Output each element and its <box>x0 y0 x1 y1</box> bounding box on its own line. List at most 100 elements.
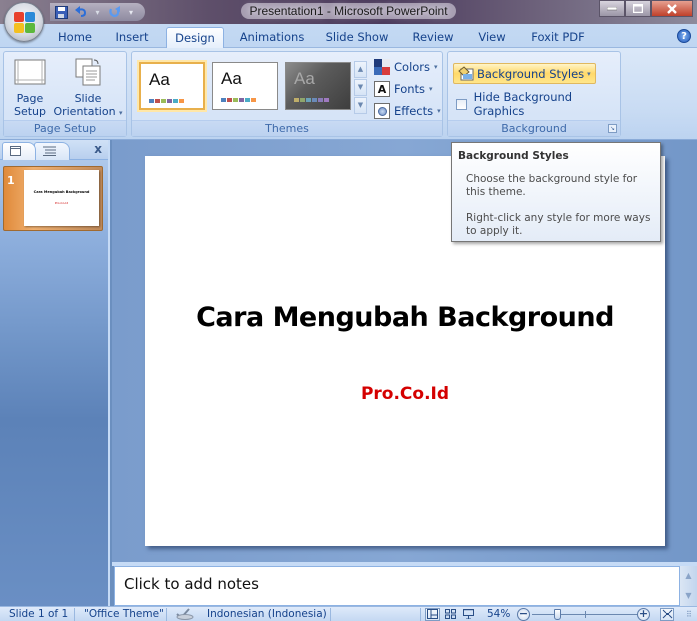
slides-tab-icon <box>10 146 21 156</box>
slide-orientation-button[interactable]: Slide Orientation ▾ <box>52 56 124 120</box>
dialog-launcher-icon[interactable]: ↘ <box>608 124 617 133</box>
scroll-down-icon[interactable]: ▼ <box>680 586 697 606</box>
zoom-slider-thumb[interactable] <box>554 609 562 620</box>
page-setup-label-2: Setup <box>13 105 47 118</box>
chevron-down-icon: ▾ <box>119 109 123 117</box>
zoom-slider-center-tick <box>585 611 586 618</box>
tab-slides[interactable] <box>2 142 36 160</box>
separator <box>330 608 331 621</box>
customize-qat-icon[interactable]: ▾ <box>127 5 135 19</box>
color-swatch <box>294 98 299 102</box>
background-styles-button[interactable]: Background Styles ▾ <box>453 63 596 84</box>
theme-preview-text: Aa <box>294 69 315 88</box>
thumbnail-subtitle: Pro.Co.Id <box>54 201 69 205</box>
thumbnail-title: Cara Mengubah Background <box>33 190 90 194</box>
resize-grip-icon[interactable]: ⠿ <box>686 608 692 621</box>
fonts-icon: A <box>374 81 390 97</box>
notes-pane[interactable]: Click to add notes <box>114 566 680 606</box>
zoom-slider-track[interactable] <box>532 614 640 615</box>
gallery-more-button[interactable]: ▼ <box>354 97 367 114</box>
page-setup-button[interactable]: Page Setup <box>8 56 52 118</box>
fit-to-window-button[interactable] <box>660 608 674 621</box>
fonts-button[interactable]: A Fonts ▾ <box>374 80 433 98</box>
save-icon[interactable] <box>54 5 68 19</box>
notes-scrollbar[interactable]: ▲ ▼ <box>680 566 697 606</box>
ribbon: Page Setup Slide Orientation ▾ Page Setu… <box>0 48 697 140</box>
gallery-scroll-up-button[interactable]: ▲ <box>354 61 367 78</box>
background-styles-label: Background Styles <box>477 66 585 81</box>
tab-slide-show[interactable]: Slide Show <box>320 28 394 48</box>
ribbon-tabs: Home Insert Design Animations Slide Show… <box>0 24 697 49</box>
tab-design[interactable]: Design <box>166 27 224 49</box>
slide-orientation-label-2: Orientation <box>53 105 116 118</box>
theme-thumb[interactable]: Aa <box>285 62 351 110</box>
tooltip-title: Background Styles <box>458 150 569 162</box>
slide-sorter-icon <box>445 609 456 619</box>
tab-home[interactable]: Home <box>52 28 98 48</box>
tab-animations[interactable]: Animations <box>234 28 310 48</box>
undo-dropdown-icon[interactable]: ▾ <box>94 5 101 19</box>
language-indicator[interactable]: Indonesian (Indonesia) <box>207 608 327 621</box>
normal-view-button[interactable] <box>425 608 440 621</box>
page-setup-label-1: Page <box>16 92 44 105</box>
tab-outline[interactable] <box>34 142 70 160</box>
help-icon[interactable]: ? <box>677 29 691 43</box>
theme-preview-text: Aa <box>149 70 170 89</box>
window-controls <box>599 0 693 17</box>
tab-foxit-pdf[interactable]: Foxit PDF <box>525 28 591 48</box>
slide-show-view-button[interactable] <box>461 608 476 621</box>
slides-pane: x 1 Cara Mengubah Background Pro.Co.Id <box>0 140 110 606</box>
themes-gallery-scroll: ▲ ▼ ▼ <box>354 61 367 115</box>
zoom-in-button[interactable]: + <box>637 608 650 621</box>
gallery-scroll-down-button[interactable]: ▼ <box>354 79 367 96</box>
theme-name: "Office Theme" <box>84 608 164 620</box>
slide-thumbnail[interactable]: 1 Cara Mengubah Background Pro.Co.Id <box>3 166 103 231</box>
checkbox-icon[interactable] <box>456 98 467 110</box>
hide-background-graphics-checkbox[interactable]: Hide Background Graphics <box>456 90 620 118</box>
hide-background-graphics-label: Hide Background Graphics <box>473 90 573 118</box>
fit-to-window-icon <box>662 609 672 619</box>
color-swatch <box>221 98 226 102</box>
colors-button[interactable]: Colors ▾ <box>374 58 438 76</box>
tab-view[interactable]: View <box>470 28 514 48</box>
color-swatch <box>300 98 305 102</box>
slide-show-icon <box>463 608 474 620</box>
slide-sorter-view-button[interactable] <box>443 608 458 621</box>
redo-icon[interactable] <box>107 5 121 19</box>
close-button[interactable] <box>651 0 693 17</box>
chevron-down-icon: ▾ <box>587 69 591 78</box>
tab-review[interactable]: Review <box>406 28 460 48</box>
group-background: Background Styles ▾ Hide Background Grap… <box>447 51 621 137</box>
scroll-up-icon[interactable]: ▲ <box>680 566 697 586</box>
page-setup-icon <box>14 59 46 85</box>
zoom-out-button[interactable]: − <box>517 608 530 621</box>
theme-preview-text: Aa <box>221 69 242 88</box>
tooltip-hint: Right-click any style for more ways to a… <box>466 212 651 237</box>
minimize-button[interactable] <box>599 0 625 17</box>
group-themes: Aa Aa Aa ▲ ▼ ▼ Colors ▾ A Fonts ▾ Effect… <box>131 51 443 137</box>
fonts-label: Fonts <box>394 82 426 96</box>
slide-subtitle[interactable]: Pro.Co.Id <box>145 384 665 404</box>
title-bar: Presentation1 - Microsoft PowerPoint ▾ ▾ <box>0 0 697 24</box>
spell-check-icon[interactable] <box>175 608 195 621</box>
undo-icon[interactable] <box>74 5 88 19</box>
office-button[interactable] <box>4 2 44 42</box>
slide-orientation-label-1: Slide <box>74 92 102 105</box>
zoom-level[interactable]: 54% <box>487 608 510 621</box>
slide-number: 1 <box>7 174 15 187</box>
restore-button[interactable] <box>625 0 651 17</box>
slide-title[interactable]: Cara Mengubah Background <box>145 302 665 333</box>
theme-thumb[interactable]: Aa <box>139 62 205 110</box>
close-pane-icon[interactable]: x <box>94 142 102 156</box>
color-swatch <box>227 98 232 102</box>
group-page-setup: Page Setup Slide Orientation ▾ Page Setu… <box>3 51 127 137</box>
outline-tab-icon <box>43 146 56 156</box>
office-logo-icon <box>14 12 36 34</box>
effects-button[interactable]: Effects ▾ <box>374 102 441 120</box>
theme-thumb[interactable]: Aa <box>212 62 278 110</box>
slide-counter: Slide 1 of 1 <box>9 608 69 620</box>
slide-thumbnail-preview: Cara Mengubah Background Pro.Co.Id <box>24 170 99 226</box>
group-label-themes: Themes <box>132 120 442 136</box>
tab-insert[interactable]: Insert <box>109 28 155 48</box>
normal-view-icon <box>427 609 438 619</box>
